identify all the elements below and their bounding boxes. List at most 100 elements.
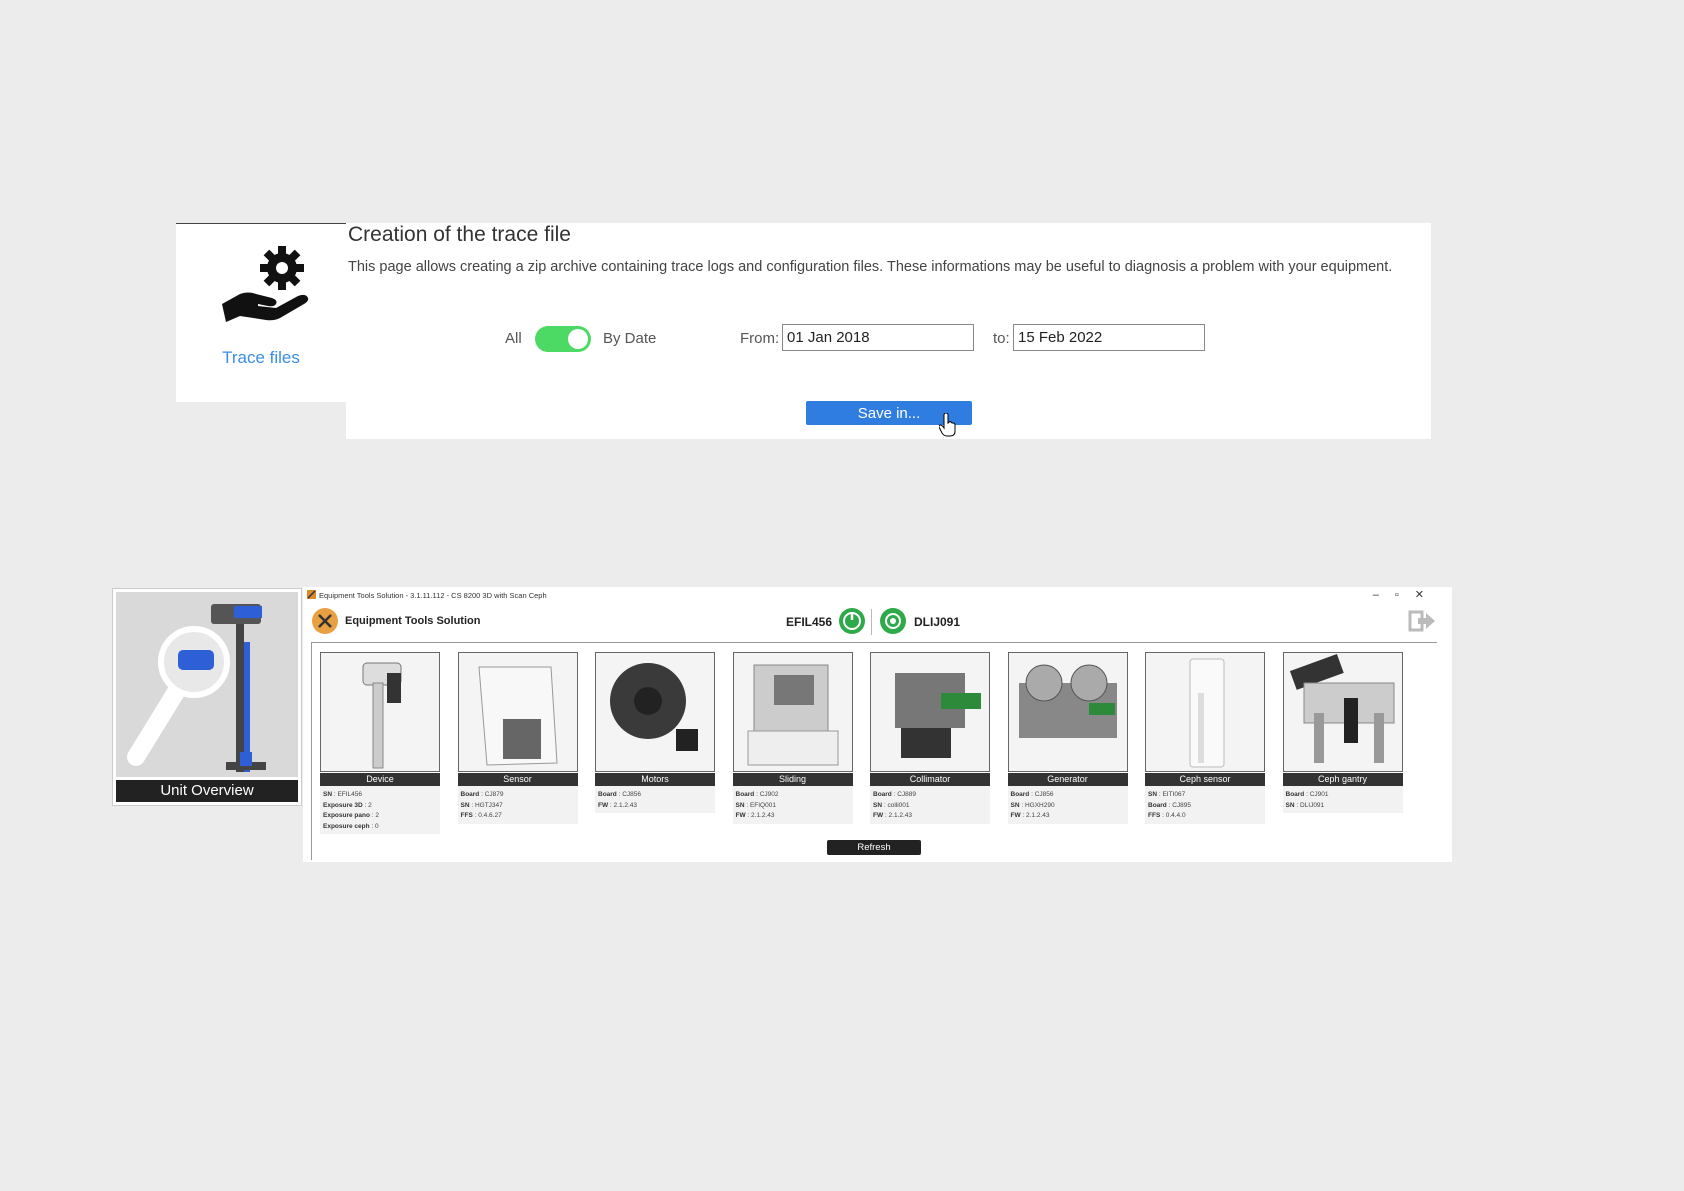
component-info-key: SN [460,801,470,809]
component-image [595,652,715,772]
content-left-border [311,642,312,860]
component-info-line: Board : CJ879 [461,790,575,801]
component-info-key: SN [1010,801,1020,809]
component-info: Board : CJ902 SN : EFIQ001 FW : 2.1.2.43 [732,786,853,824]
from-date-input[interactable] [782,324,974,351]
component-info-key: FW [735,812,746,819]
device-id-secondary: DLIJ091 [914,615,961,629]
component-name: Sensor [457,773,578,786]
connect-status-icon[interactable] [880,608,906,634]
component-info-value: : CJ879 [479,791,504,798]
component-info-line: FFS : 0.4.6.27 [461,811,575,822]
component-info-key: FW [1010,812,1021,819]
component-info-value: : 0 [369,822,379,830]
toggle-all-label: All [505,330,522,347]
exit-icon[interactable] [1408,609,1438,633]
component-info-line: Board : CJ901 [1286,790,1400,801]
component-info-key: Exposure pano [323,812,370,819]
component-card[interactable]: Generator Board : CJ856 SN : HGXH290 FW : 2… [1007,652,1128,824]
component-card[interactable]: Collimator Board : CJ889 SN : colli001 FW :… [870,652,990,824]
component-info-line: Board : CJ856 [1011,790,1125,801]
component-info-value: : 2.1.2.43 [608,801,638,809]
app-name: Equipment Tools Solution [345,615,481,627]
power-status-icon[interactable] [839,608,865,634]
unit-overview-image [116,592,298,777]
component-info-line: FW : 2.1.2.43 [1011,811,1125,822]
component-info: Board : CJ856 SN : HGXH290 FW : 2.1.2.43 [1007,786,1128,824]
component-info-value: : DLIJ091 [1294,801,1325,809]
component-info-value: : HGTJ347 [469,801,503,809]
component-info-value: : 2 [369,812,380,819]
component-image [1145,652,1265,772]
to-date-input[interactable] [1013,324,1205,351]
component-card[interactable]: Ceph sensor SN : EITI067 Board : CJ895 FFS … [1145,652,1265,824]
component-card[interactable]: Motors Board : CJ856 FW : 2.1.2.43 [595,652,715,813]
component-name: Ceph gantry [1282,773,1403,786]
component-card[interactable]: Sliding Board : CJ902 SN : EFIQ001 FW : 2.1… [732,652,853,824]
component-info-value: : colli001 [882,801,910,809]
component-info-value: : 0.4.6.27 [472,812,502,819]
component-info-key: FFS [460,812,473,819]
component-info-key: Board [1010,791,1030,798]
close-icon[interactable]: ✕ [1415,589,1440,601]
component-info-line: Board : CJ856 [598,790,712,801]
unit-overview-tile[interactable]: Unit Overview [112,588,302,806]
from-label: From: [740,330,780,347]
component-info-key: Exposure 3D [323,801,363,809]
ets-window: Equipment Tools Solution - 3.1.11.112 - … [303,587,1452,862]
component-info-key: FW [598,801,609,809]
window-title: Equipment Tools Solution - 3.1.11.112 - … [319,591,547,600]
trace-creation-panel: Creation of the trace file This page all… [346,223,1431,439]
component-info-line: FW : 2.1.2.43 [598,801,712,812]
component-info-line: FW : 2.1.2.43 [736,811,850,822]
component-image [732,652,853,772]
unit-overview-label: Unit Overview [116,780,298,802]
component-name: Motors [595,773,715,786]
component-info-key: Board [598,791,617,798]
component-info-value: : 2 [362,801,372,809]
component-card[interactable]: Device SN : EFIL456 Exposure 3D : 2 Exposur… [320,652,440,834]
component-info-key: Exposure ceph [323,822,370,830]
component-info-value: : HGXH290 [1019,801,1055,809]
component-name: Generator [1007,773,1128,786]
component-info-key: Board [460,791,480,798]
component-info-line: Board : CJ895 [1148,801,1262,812]
component-info-key: Board [873,791,892,798]
component-info-value: : CJ902 [754,791,779,798]
component-info-line: Exposure ceph : 0 [323,822,437,833]
component-info-line: SN : EFIQ001 [736,801,850,812]
date-filter-toggle[interactable] [535,326,591,352]
component-info-value: : CJ901 [1304,791,1329,798]
component-info-value: : CJ856 [1029,791,1054,798]
toggle-by-date-label: By Date [603,330,657,347]
component-card[interactable]: Ceph gantry Board : CJ901 SN : DLIJ091 [1282,652,1403,813]
component-info-line: Exposure 3D : 2 [323,801,437,812]
component-card[interactable]: Sensor Board : CJ879 SN : HGTJ347 FFS : 0.4… [457,652,578,824]
component-info-key: Board [1148,801,1167,809]
page-description: This page allows creating a zip archive … [348,259,1393,275]
trace-files-tile[interactable]: Trace files [176,223,346,402]
component-info-key: SN [735,801,745,809]
component-info-value: : CJ895 [1166,801,1191,809]
restore-icon[interactable]: ▫ [1395,589,1415,601]
component-image [1282,652,1403,772]
component-info-value: : CJ856 [616,791,641,798]
component-image [1007,652,1128,772]
header-divider [311,642,1437,643]
window-controls: –▫✕ [1373,588,1440,601]
component-info-value: : 2.1.2.43 [883,812,913,819]
header-separator [871,609,872,635]
component-info-value: : 2.1.2.43 [1020,812,1050,819]
component-info-key: SN [1148,791,1158,798]
to-label: to: [993,330,1010,347]
component-info-line: SN : HGTJ347 [461,801,575,812]
minimize-icon[interactable]: – [1373,589,1395,601]
component-info-key: Board [1285,791,1305,798]
component-info-line: SN : HGXH290 [1011,801,1125,812]
hand-cursor-icon [939,413,956,437]
refresh-button[interactable]: Refresh [827,840,921,855]
component-info-line: SN : colli001 [873,801,987,812]
component-info-value: : EITI067 [1157,791,1186,798]
component-info-key: SN [323,791,333,798]
app-small-icon [307,590,316,599]
